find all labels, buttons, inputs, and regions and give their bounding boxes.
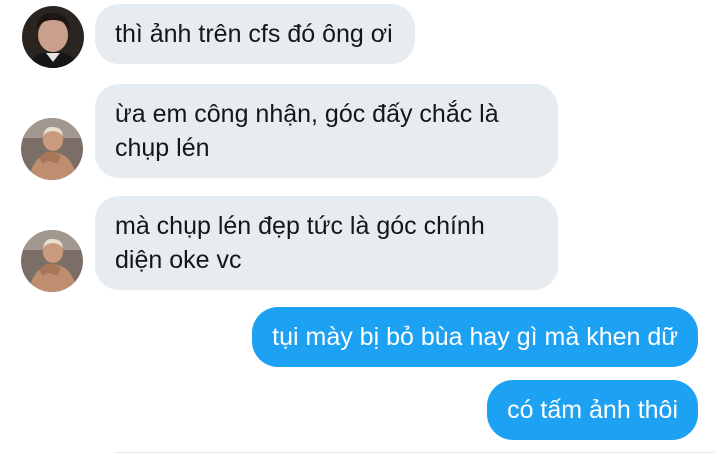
message-bubble[interactable]: mà chụp lén đẹp tức là góc chính diện ok…	[95, 196, 558, 290]
user-b-avatar[interactable]	[21, 118, 83, 180]
conversation-thread: thì ảnh trên cfs đó ông ơi ừa em công nh…	[0, 0, 720, 455]
message-text-line: ừa em công nhận, góc đấy chắc là	[115, 100, 499, 128]
message-text-line: chụp lén	[115, 134, 210, 162]
message-text: thì ảnh trên cfs đó ông ơi	[115, 20, 393, 48]
user-b-avatar[interactable]	[21, 230, 83, 292]
message-bubble[interactable]: ừa em công nhận, góc đấy chắc là chụp lé…	[95, 84, 558, 178]
message-bubble[interactable]: tụi mày bị bỏ bùa hay gì mà khen dữ	[252, 307, 698, 367]
message-bubble[interactable]: có tấm ảnh thôi	[487, 380, 698, 440]
divider	[115, 452, 715, 453]
message-text-line: diện oke vc	[115, 246, 242, 274]
message-bubble[interactable]: thì ảnh trên cfs đó ông ơi	[95, 4, 415, 64]
user-a-avatar[interactable]	[22, 6, 84, 68]
message-text-line: mà chụp lén đẹp tức là góc chính	[115, 212, 485, 240]
message-text: tụi mày bị bỏ bùa hay gì mà khen dữ	[272, 323, 678, 351]
message-text: có tấm ảnh thôi	[507, 396, 678, 424]
